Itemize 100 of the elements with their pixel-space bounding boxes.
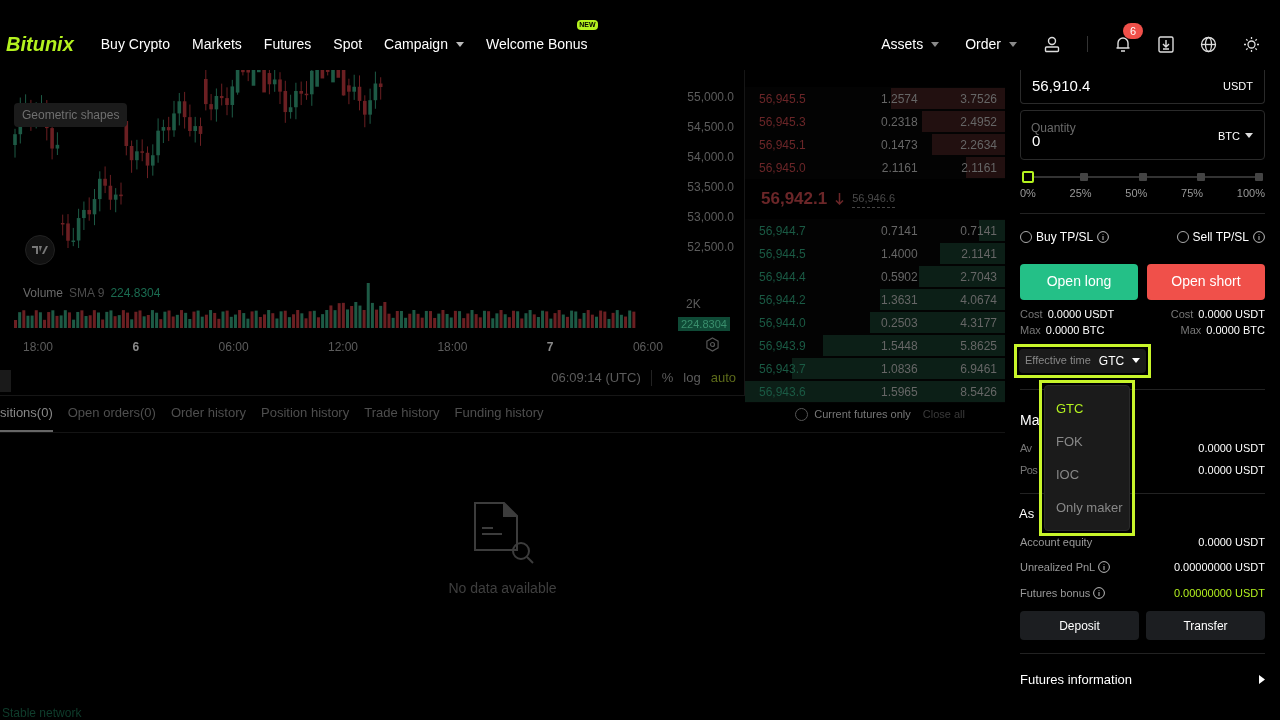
ask-price: 56,945.5: [759, 90, 807, 108]
bid-price: 56,943.6: [759, 383, 807, 401]
section-title: As: [1019, 505, 1035, 522]
dropdown-option[interactable]: IOC: [1045, 458, 1129, 491]
volume-tag: 224.8304: [678, 317, 730, 331]
volume-label: Volume: [23, 285, 64, 302]
panel-button[interactable]: Deposit: [1020, 611, 1139, 640]
radio-label: Sell TP/SL: [1192, 228, 1249, 246]
unit-label: BTC: [1218, 128, 1240, 144]
row-value: 0.00000000 USDT: [1173, 560, 1265, 575]
ask-size: 0.2318: [879, 113, 918, 131]
nav-link[interactable]: Welcome Bonus: [485, 33, 588, 55]
bid-size: 1.0836: [879, 360, 918, 378]
row-value: 0.00000000 USDT: [1173, 585, 1265, 601]
bid-price: 56,944.2: [759, 291, 807, 309]
ask-size: 2.1161: [880, 159, 918, 177]
tooltip: Geometric shapes: [14, 103, 128, 127]
dropdown-option[interactable]: FOK: [1045, 425, 1129, 458]
slider-mark-label: 0%: [1020, 186, 1036, 201]
volume-value: 224.8304: [110, 285, 161, 302]
futures-info-link[interactable]: Futures information: [1020, 670, 1132, 690]
nav-link[interactable]: Futures: [263, 33, 312, 55]
price-axis-label: 55,000.0: [687, 91, 734, 103]
summary-label: Cost: [1170, 306, 1194, 322]
price-axis-label: 54,000.0: [687, 151, 734, 163]
open-short-button[interactable]: Open short: [1147, 263, 1265, 300]
bid-total: 6.9461: [959, 360, 997, 378]
caret-icon: [455, 41, 464, 47]
caret-icon: [1009, 41, 1017, 47]
settings-icon[interactable]: [705, 337, 720, 352]
price-value: 56,910.4: [1032, 76, 1091, 97]
bid-size: 0.2503: [879, 314, 918, 332]
indicator-label: SMA 9: [69, 285, 105, 302]
effective-time-dropdown[interactable]: Effective time GTC: [1019, 348, 1147, 373]
summary-value: 0.0000 USDT: [1047, 306, 1115, 322]
globe-icon[interactable]: [1200, 35, 1217, 53]
bid-total: 4.0674: [959, 291, 997, 309]
price-axis-label: 53,000.0: [687, 211, 734, 223]
bid-total: 0.7141: [959, 222, 997, 240]
volume-axis-label: 2K: [686, 296, 701, 313]
down-arrow-icon: [835, 193, 845, 205]
logo[interactable]: Bitunix: [6, 29, 74, 59]
time-axis-label: 06:00: [632, 339, 663, 356]
info-icon: [1253, 230, 1265, 243]
dropdown-option[interactable]: GTC: [1045, 392, 1129, 425]
user-icon[interactable]: [1043, 35, 1061, 53]
bid-size: 0.7141: [879, 222, 918, 240]
nav-link[interactable]: Buy Crypto: [100, 33, 171, 55]
scale-option[interactable]: auto: [710, 368, 736, 388]
dropdown-option[interactable]: Only maker: [1045, 491, 1129, 524]
bid-total: 4.3177: [959, 314, 997, 332]
bid-price: 56,943.7: [759, 360, 807, 378]
slider-tick[interactable]: [1255, 173, 1263, 181]
panel-button[interactable]: Transfer: [1146, 611, 1265, 640]
slider-track[interactable]: [1022, 170, 1263, 184]
summary-value: 0.0000 USDT: [1198, 306, 1265, 322]
tv-logo-icon: [25, 235, 55, 265]
price-axis-label: 53,500.0: [687, 181, 734, 193]
empty-document-icon: [471, 500, 534, 566]
bid-size: 1.5965: [879, 383, 918, 401]
bid-price: 56,944.7: [759, 222, 807, 240]
nav-link[interactable]: Campaign: [384, 33, 448, 55]
time-axis-label: 18:00: [23, 339, 54, 356]
sun-icon[interactable]: [1243, 35, 1260, 53]
menu-link[interactable]: Assets: [881, 33, 924, 55]
row-value: 0.0000 USDT: [1198, 463, 1265, 478]
slider-thumb[interactable]: [1022, 171, 1034, 183]
row-label: Pos: [1020, 463, 1038, 478]
price-field[interactable]: 56,910.4 USDT: [1020, 70, 1265, 104]
ask-total: 2.4952: [959, 113, 997, 131]
bell-icon[interactable]: [1114, 35, 1132, 53]
time-axis-label: 18:00: [437, 339, 468, 356]
row-value: 0.0000 USDT: [1198, 440, 1265, 456]
summary-value: 0.0000 BTC: [1045, 323, 1105, 338]
menu-link[interactable]: Order: [965, 33, 1001, 55]
time-axis-label: 12:00: [327, 339, 358, 356]
ask-total: 2.1161: [960, 159, 997, 177]
info-icon: [1098, 561, 1111, 574]
slider-tick[interactable]: [1138, 173, 1147, 181]
nav-link[interactable]: Markets: [192, 33, 242, 55]
time-axis-label: 7: [546, 339, 554, 356]
tab[interactable]: sitions(0): [0, 396, 53, 432]
slider-tick[interactable]: [1080, 173, 1089, 181]
slider-mark-label: 50%: [1125, 186, 1148, 201]
bid-size: 0.5902: [879, 268, 918, 286]
row-label: Account equity: [1020, 534, 1093, 550]
summary-label: Max: [1180, 323, 1202, 338]
summary-label: Max: [1020, 323, 1041, 338]
slider-tick[interactable]: [1196, 173, 1205, 181]
download-icon[interactable]: [1158, 35, 1174, 53]
bid-total: 2.7043: [959, 268, 997, 286]
nav-link[interactable]: Spot: [333, 33, 363, 55]
side-handle[interactable]: [0, 370, 11, 392]
radio-label: Current futures only: [814, 406, 911, 422]
bid-size: 1.3631: [879, 291, 918, 309]
price-axis-label: 54,500.0: [687, 121, 734, 133]
ask-total: 2.2634: [959, 136, 997, 154]
summary-label: Cost: [1020, 306, 1043, 322]
ask-size: 0.1473: [879, 136, 918, 154]
clock-label: 06:09:14 (UTC): [551, 369, 641, 387]
